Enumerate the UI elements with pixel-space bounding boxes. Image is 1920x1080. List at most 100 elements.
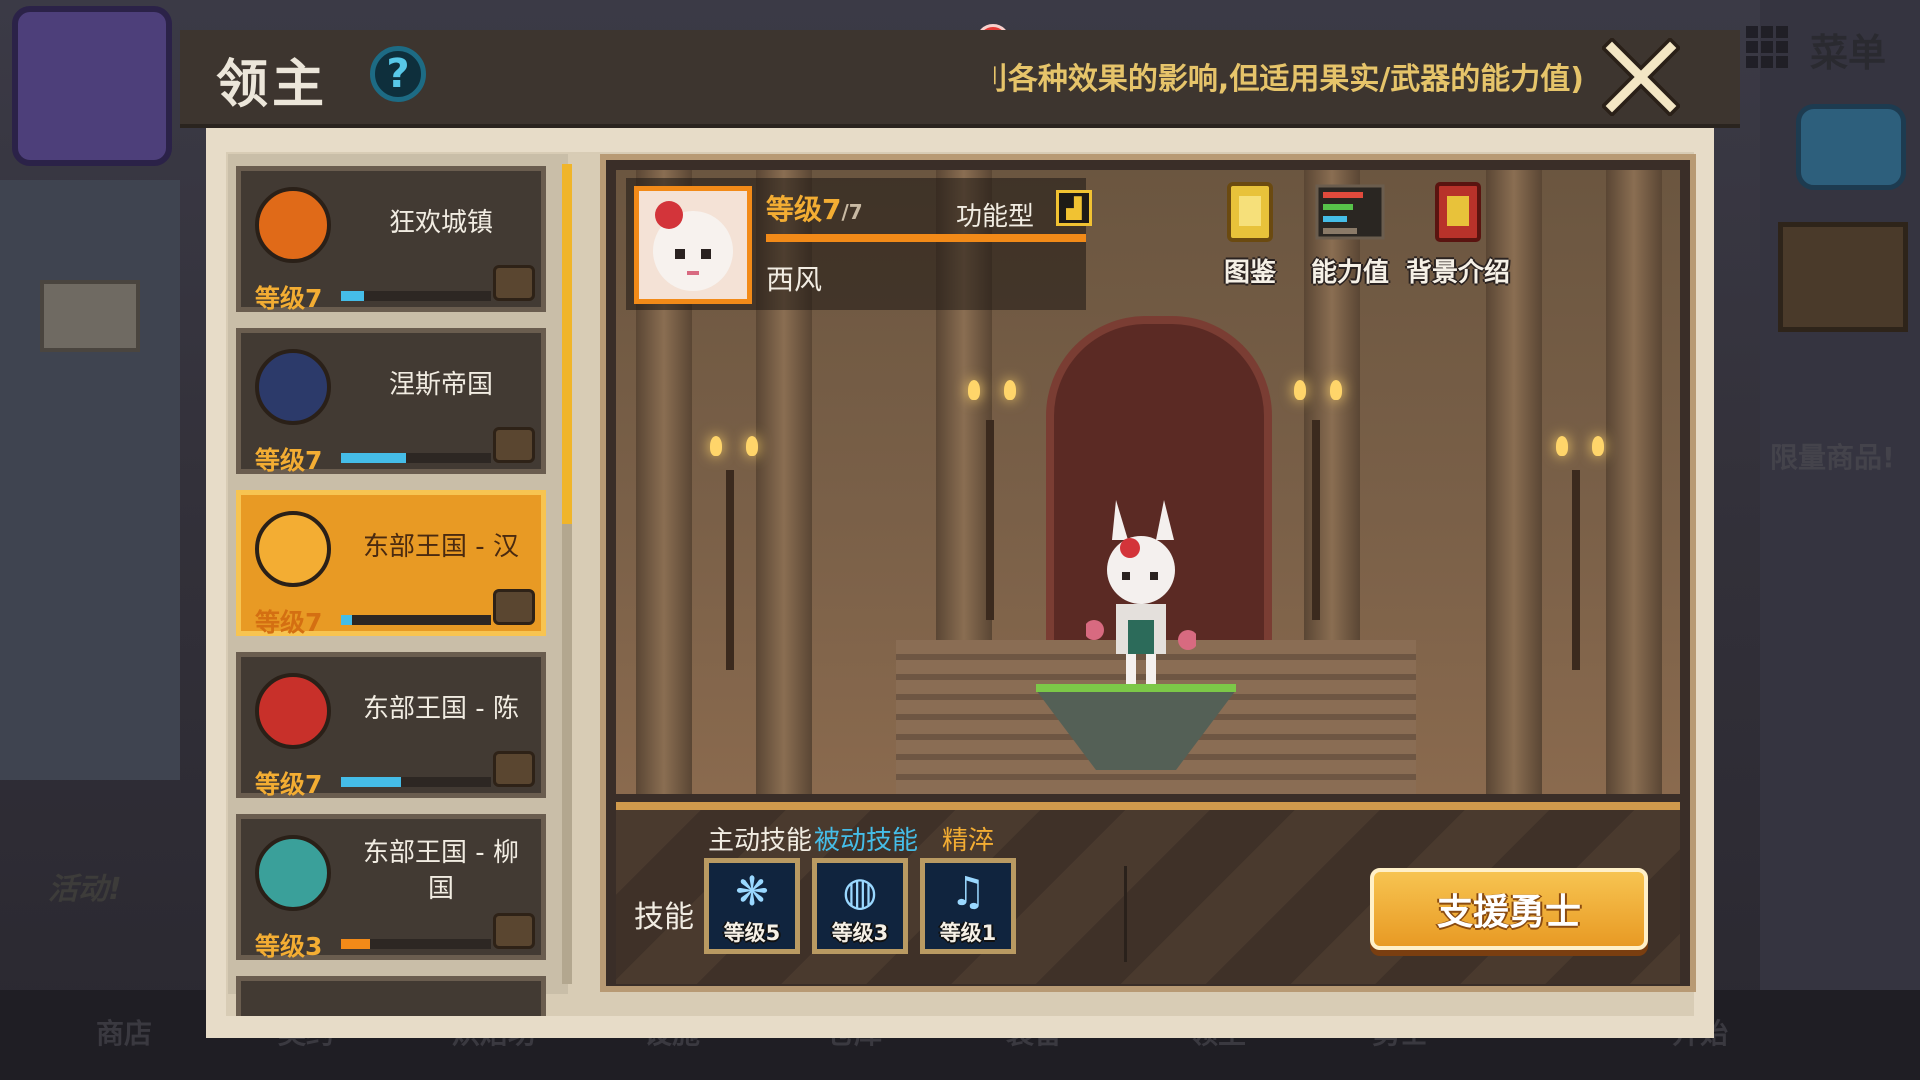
stats-button[interactable]: 能力值 (1302, 182, 1398, 289)
kingdom-card-partial[interactable] (236, 976, 546, 1016)
skills-divider (1124, 866, 1127, 962)
treasure-chest-icon (1778, 222, 1908, 332)
horn-icon: ♫ (950, 869, 986, 915)
chinese-emblem-icon (255, 673, 331, 749)
hero-sprite[interactable] (1086, 500, 1196, 690)
kingdom-card[interactable]: 东部王国 - 陈等级7 (236, 652, 546, 799)
taegeuk-icon (255, 511, 331, 587)
kingdom-progress-fill (341, 615, 352, 625)
candelabra (1572, 470, 1580, 670)
support-hero-button[interactable]: 支援勇士 (1370, 868, 1648, 950)
pumpkin-crown-icon (255, 187, 331, 263)
kingdom-level: 等级7 (255, 446, 323, 475)
reward-chest-icon[interactable] (493, 751, 535, 787)
modal-header: 领主 ? 刂各种效果的影响,但适用果实/武器的能力值) (180, 30, 1740, 128)
hero-level-value: 等级7 (766, 193, 842, 226)
kingdom-name: 狂欢城镇 (388, 208, 493, 238)
collection-button[interactable]: 图鉴 (1202, 182, 1298, 289)
candle-flame (1592, 436, 1604, 456)
stats-label: 能力值 (1310, 258, 1389, 288)
menu-grid-icon (1746, 26, 1788, 68)
rabbit-spirit-icon: ❋ (735, 869, 769, 915)
skill-slot-active[interactable]: ❋ 等级5 (704, 858, 800, 954)
background-story-button[interactable]: 背景介绍 (1402, 182, 1514, 289)
kingdom-name: 东部王国 - 汉 (363, 532, 519, 562)
candle-flame (710, 436, 722, 456)
nav-shop: 商店 (96, 1017, 153, 1050)
candle-flame (1294, 380, 1306, 400)
marquee-notice: 刂各种效果的影响,但适用果实/武器的能力值) (994, 54, 1584, 98)
kingdom-progress-fill (341, 291, 364, 301)
background-wall (0, 180, 180, 780)
collection-label: 图鉴 (1223, 258, 1276, 288)
kingdom-level: 等级3 (255, 932, 323, 961)
list-scrollbar-thumb[interactable] (562, 164, 572, 524)
skill-slot-refine[interactable]: ♫ 等级1 (920, 858, 1016, 954)
tab-active-skill[interactable]: 主动技能 (708, 820, 812, 857)
hero-level-bar (766, 234, 1086, 242)
player-avatar (12, 6, 172, 166)
candelabra (1312, 420, 1320, 620)
modal-title: 领主 (216, 55, 329, 115)
background-story-label: 背景介绍 (1405, 258, 1510, 288)
stats-icon (1315, 184, 1385, 240)
kingdom-progress-bar (341, 777, 491, 787)
skills-bar: 技能 主动技能 被动技能 精淬 ❋ 等级5 ◍ 等级3 ♫ 等级1 支援勇士 (616, 802, 1680, 984)
close-button[interactable] (1600, 36, 1682, 118)
hero-panel: 等级7/7 功能型 ▟ 西风 图鉴 能力值 背景介绍 技能 主动技能 被动技能 … (600, 154, 1696, 992)
skills-label: 技能 (634, 900, 694, 935)
hero-portrait[interactable] (634, 186, 752, 304)
question-icon[interactable]: ? (370, 46, 426, 102)
marquee-text: 刂各种效果的影响,但适用果实/武器的能力值) (994, 62, 1584, 97)
candle-flame (1330, 380, 1342, 400)
candle-flame (746, 436, 758, 456)
hero-level: 等级7/7 (766, 188, 863, 228)
reward-chest-icon[interactable] (493, 589, 535, 625)
kingdom-name: 涅斯帝国 (388, 370, 493, 400)
kingdom-card[interactable]: 涅斯帝国等级7 (236, 328, 546, 475)
kingdom-progress-fill (341, 777, 401, 787)
reward-chest-icon[interactable] (493, 265, 535, 301)
kingdom-name: 东部王国 - 陈 (363, 694, 519, 724)
kingdom-progress-bar (341, 939, 491, 949)
hero-name: 西风 (766, 263, 823, 296)
kingdom-card[interactable]: 狂欢城镇等级7 (236, 166, 546, 313)
candle-flame (968, 380, 980, 400)
hero-info-box: 等级7/7 功能型 ▟ 西风 (626, 178, 1092, 310)
candle-flame (1556, 436, 1568, 456)
pillar (1606, 170, 1662, 794)
kingdom-name: 东部王国 - 柳国 (363, 838, 519, 904)
skill-level: 等级1 (939, 921, 997, 945)
kingdom-card[interactable]: 东部王国 - 汉等级7 (236, 490, 546, 637)
close-x-icon (1600, 36, 1682, 118)
kingdom-level: 等级7 (255, 284, 323, 313)
hero-type: 功能型 (956, 202, 1035, 232)
skill-slot-passive[interactable]: ◍ 等级3 (812, 858, 908, 954)
tab-passive-skill[interactable]: 被动技能 (814, 820, 918, 857)
list-scrollbar[interactable] (562, 164, 572, 984)
candle-flame (1004, 380, 1016, 400)
kingdom-progress-bar (341, 453, 491, 463)
candelabra (726, 470, 734, 670)
skill-level: 等级5 (723, 921, 781, 945)
skill-level: 等级3 (831, 921, 889, 945)
tab-refine[interactable]: 精淬 (942, 820, 994, 857)
kingdom-progress-fill (341, 453, 406, 463)
reward-chest-icon[interactable] (493, 427, 535, 463)
drum-icon: ◍ (842, 869, 878, 915)
activity-label: 活动! (48, 872, 122, 907)
kingdom-card[interactable]: 东部王国 - 柳国等级3 (236, 814, 546, 961)
book-icon (1227, 182, 1273, 242)
chat-icon (1796, 104, 1906, 190)
flower-wreath-icon (255, 835, 331, 911)
boot-icon: ▟ (1056, 190, 1092, 226)
kingdom-progress-fill (341, 939, 370, 949)
kingdom-level: 等级7 (255, 770, 323, 799)
kingdom-progress-bar (341, 291, 491, 301)
menu-label: 菜单 (1810, 31, 1887, 75)
hero-level-max: /7 (841, 200, 863, 224)
limited-goods-label: 限量商品! (1770, 441, 1895, 474)
candelabra (986, 420, 994, 620)
reward-chest-icon[interactable] (493, 913, 535, 949)
kingdom-progress-bar (341, 615, 491, 625)
